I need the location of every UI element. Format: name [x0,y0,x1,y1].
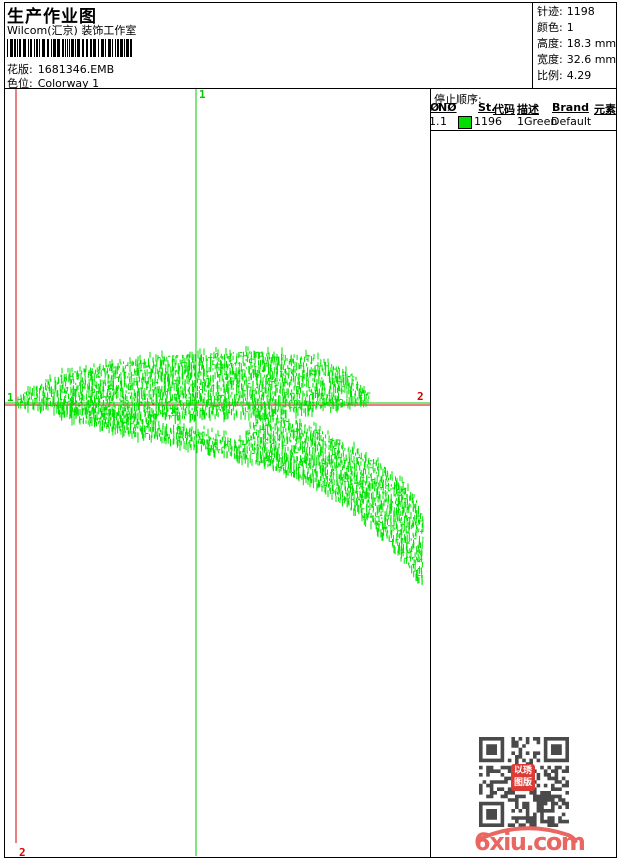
stitch-band-upper [15,346,371,425]
watermark-swoosh-icon [476,826,578,843]
stamp-line1: 以琇 [513,766,532,776]
stitch-band-lower [59,401,424,585]
design-canvas: 1 1 2 2 [5,88,430,859]
stamp-logo: 以琇 图版 [511,764,535,791]
end-marker-label-bottom: 2 [19,846,26,859]
start-marker-label-top: 1 [199,88,206,101]
stamp-line2: 图版 [513,778,532,788]
end-marker-label-right: 2 [417,390,424,403]
start-marker-label-left: 1 [7,391,14,404]
